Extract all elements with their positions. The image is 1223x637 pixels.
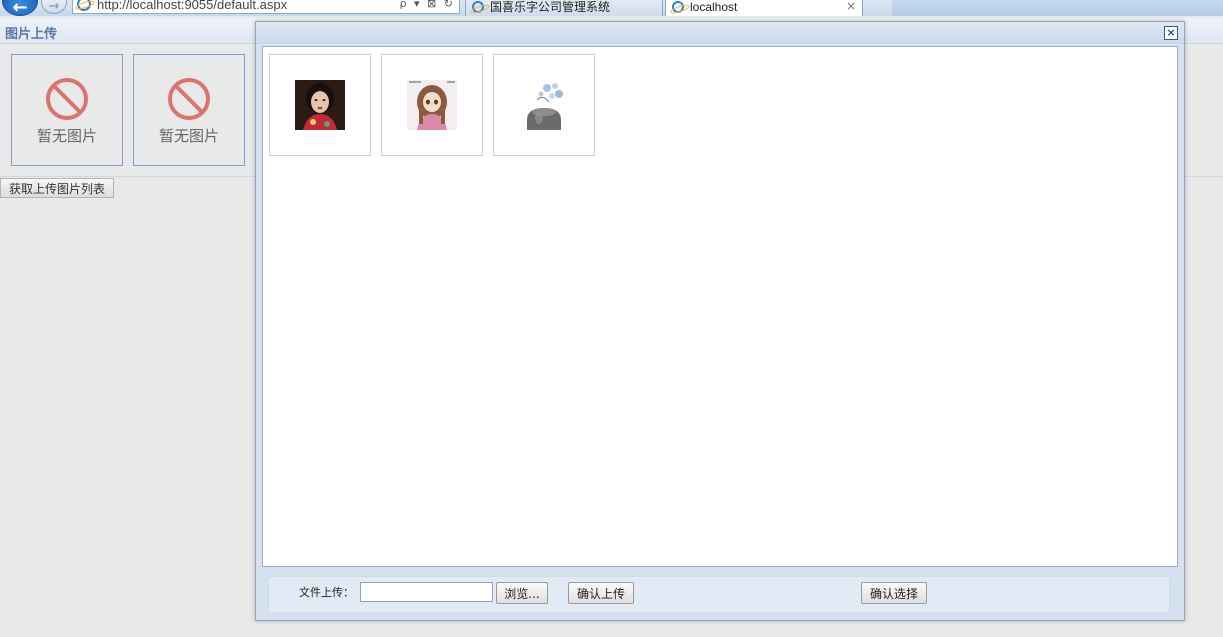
page-title: 图片上传 (5, 27, 58, 42)
browse-button[interactable]: 浏览... (496, 582, 548, 604)
get-uploaded-list-button[interactable]: 获取上传图片列表 (0, 178, 114, 198)
tab-management-system[interactable]: 国喜乐字公司管理系统 (465, 0, 663, 16)
no-entry-icon (168, 78, 210, 120)
gallery-image-1[interactable] (269, 54, 371, 156)
file-upload-label: 文件上传： (299, 586, 354, 599)
browser-chrome: ← → http://localhost:9055/default.aspx ρ… (0, 0, 1223, 16)
ie-tab-icon (472, 0, 484, 13)
anime-girl-thumbnail (407, 80, 457, 130)
address-text: http://localhost:9055/default.aspx (97, 0, 288, 12)
tab-localhost[interactable]: localhost × (665, 0, 863, 16)
address-tools-icons[interactable]: ρ ▾ ⊠ ↻ (400, 0, 455, 10)
address-bar[interactable]: http://localhost:9055/default.aspx ρ ▾ ⊠… (72, 0, 460, 14)
no-entry-icon (46, 78, 88, 120)
portrait-woman-thumbnail (295, 80, 345, 130)
no-image-text: 暂无图片 (158, 127, 219, 145)
dialog-footer: 文件上传： 浏览... 确认上传 确认选择 (268, 576, 1170, 613)
tab-label: 国喜乐字公司管理系统 (490, 0, 611, 14)
confirm-select-button[interactable]: 确认选择 (861, 582, 927, 604)
ie-tab-icon (672, 0, 684, 13)
tab-label: localhost (690, 0, 738, 14)
image-picker-dialog: × 文件上传： 浏览... 确认上传 确认选择 (255, 21, 1185, 621)
forward-arrow-icon: → (48, 0, 60, 14)
no-image-text: 暂无图片 (36, 127, 97, 145)
dialog-close-icon[interactable]: × (1164, 26, 1178, 40)
confirm-upload-button[interactable]: 确认上传 (568, 582, 634, 604)
ie-page-icon (77, 0, 91, 11)
forward-button[interactable]: → (41, 0, 67, 14)
image-placeholder-2[interactable]: 暂无图片 (133, 54, 245, 166)
image-gallery (262, 46, 1178, 567)
tab-close-icon[interactable]: × (846, 0, 856, 13)
chrome-toolbar-area (892, 0, 1223, 16)
back-arrow-icon: ← (12, 0, 28, 16)
file-path-input[interactable] (360, 582, 493, 602)
gallery-image-3[interactable] (493, 54, 595, 156)
gallery-image-2[interactable] (381, 54, 483, 156)
dialog-titlebar[interactable]: × (256, 22, 1184, 44)
image-placeholder-1[interactable]: 暂无图片 (11, 54, 123, 166)
ink-vase-thumbnail (519, 80, 569, 130)
back-button[interactable]: ← (2, 0, 38, 16)
